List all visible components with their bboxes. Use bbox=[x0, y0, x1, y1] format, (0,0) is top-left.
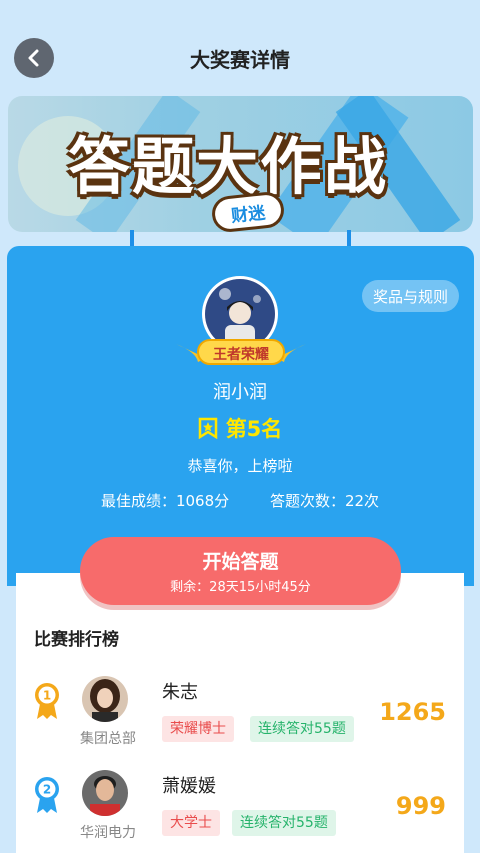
start-quiz-button[interactable]: 开始答题 剩余：28天15小时45分 bbox=[80, 537, 401, 605]
streak-tag: 连续答对55题 bbox=[250, 716, 354, 742]
stats-row: 最佳成绩：1068分 答题次数：22次 bbox=[0, 490, 480, 511]
banner-title: 答题大作战 bbox=[68, 130, 389, 203]
svg-text:2: 2 bbox=[43, 783, 51, 797]
bookmark-star-icon bbox=[198, 417, 217, 439]
company-name: 集团总部 bbox=[80, 731, 136, 747]
leaderboard-title: 比赛排行榜 bbox=[34, 630, 119, 650]
player-score: 999 bbox=[395, 792, 446, 820]
player-name: 萧媛媛 bbox=[162, 776, 216, 797]
rules-button[interactable]: 奖品与规则 bbox=[362, 280, 459, 312]
answer-count: 答题次数：22次 bbox=[269, 492, 380, 510]
rank-label: 第5名 bbox=[225, 417, 283, 441]
best-score: 最佳成绩：1068分 bbox=[100, 492, 230, 510]
remaining-time: 剩余：28天15小时45分 bbox=[170, 580, 311, 595]
rank-line: 第5名 bbox=[0, 413, 480, 443]
blue-medal-icon: 2 bbox=[35, 777, 59, 813]
page-title: 大奖赛详情 bbox=[190, 48, 290, 72]
leaderboard-row[interactable]: 1 集团总部 朱志 荣耀博士 连续答对55题 1265 bbox=[16, 676, 464, 770]
svg-text:1: 1 bbox=[43, 689, 51, 703]
streak-tag: 连续答对55题 bbox=[232, 810, 336, 836]
player-score: 1265 bbox=[379, 698, 446, 726]
title-badge: 王者荣耀 bbox=[176, 338, 306, 368]
avatar bbox=[82, 676, 128, 722]
start-quiz-label: 开始答题 bbox=[202, 551, 279, 573]
congrats-text: 恭喜你，上榜啦 bbox=[187, 457, 293, 475]
avatar bbox=[82, 770, 128, 816]
title-tag: 荣耀博士 bbox=[162, 716, 234, 742]
title-badge-label: 王者荣耀 bbox=[213, 347, 269, 363]
leaderboard-row[interactable]: 2 华润电力 萧媛媛 大学士 连续答对55题 999 bbox=[16, 770, 464, 853]
user-name: 润小润 bbox=[213, 382, 267, 403]
player-name: 朱志 bbox=[162, 682, 198, 703]
company-name: 华润电力 bbox=[80, 825, 136, 841]
gold-medal-icon: 1 bbox=[35, 683, 59, 719]
title-tag: 大学士 bbox=[162, 810, 220, 836]
top-bar: 大奖赛详情 bbox=[0, 0, 480, 110]
